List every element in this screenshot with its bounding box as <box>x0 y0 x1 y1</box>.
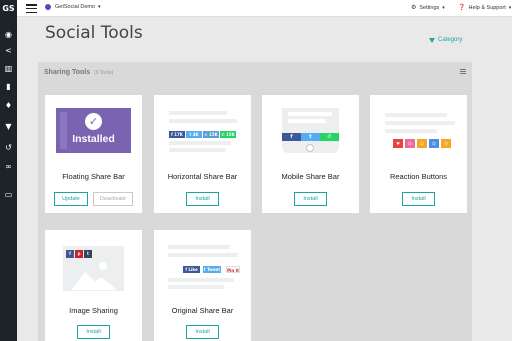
pinterest-pin-button-icon: Pin it <box>226 266 240 273</box>
reaction-buttons-preview: ♥ ☺ ☺ ☺ ☹ <box>381 108 456 153</box>
settings-label: Settings <box>419 4 440 11</box>
install-button[interactable]: Install <box>77 325 110 339</box>
dashboard-icon[interactable]: ◉ <box>4 30 13 39</box>
tool-card-original-share-bar: f Like t Tweet Pin it Original Share Bar… <box>154 230 251 341</box>
share-count-icon: < 15K <box>203 131 219 138</box>
original-share-bar-preview: f Like t Tweet Pin it <box>165 245 240 290</box>
heart-reaction-icon: ♥ <box>393 139 403 148</box>
facebook-icon: f <box>66 250 74 258</box>
bell-icon[interactable]: ♦ <box>4 101 13 110</box>
laugh-reaction-icon: ☺ <box>417 139 427 148</box>
tool-name: Image Sharing <box>69 306 118 315</box>
left-rail: GS ◉ < ▥ ▮ ♦ ▼ ↺ ∞ ▭ <box>0 0 17 341</box>
deactivate-button[interactable]: Deactivate <box>93 192 133 206</box>
sad-reaction-icon: ☹ <box>441 139 451 148</box>
tool-card-image-sharing: f p t Image Sharing Install <box>45 230 142 341</box>
tool-name: Mobile Share Bar <box>281 172 340 181</box>
tool-card-horizontal-share-bar: f 17K t 4K < 15K ✆ 15K Horizontal Share … <box>154 95 251 213</box>
tumblr-icon: t <box>84 250 92 258</box>
tool-count: (6 Tools) <box>94 70 114 76</box>
love-reaction-icon: ☺ <box>405 139 415 148</box>
tool-name: Original Share Bar <box>171 306 234 315</box>
facebook-icon: f 17K <box>169 131 185 138</box>
facebook-icon: f <box>282 133 301 141</box>
install-button[interactable]: Install <box>402 192 435 206</box>
tool-name: Floating Share Bar <box>62 172 125 181</box>
whatsapp-icon: ✆ <box>320 133 339 141</box>
mobile-share-bar-preview: f t ✆ <box>273 108 348 153</box>
installed-thumbnail: ✓ Installed <box>56 108 131 153</box>
chevron-down-icon: ▾ <box>508 4 512 11</box>
category-filter-button[interactable]: Category <box>429 37 462 43</box>
twitter-icon: t <box>301 133 320 141</box>
tool-card-floating-share-bar: ✓ Installed Floating Share Bar Update De… <box>45 95 142 213</box>
twitter-tweet-button-icon: t Tweet <box>203 266 221 273</box>
page-title: Social Tools <box>45 23 143 43</box>
help-menu[interactable]: ❓ Help & Support ▾ <box>458 4 511 11</box>
image-sharing-preview: f p t <box>63 246 124 291</box>
panel-menu-icon[interactable] <box>460 69 466 76</box>
gear-icon: ⚙ <box>411 4 417 11</box>
share-icon[interactable]: < <box>4 46 13 55</box>
app-logo[interactable]: GS <box>1 3 16 15</box>
checkmark-icon: ✓ <box>85 113 102 130</box>
tool-card-mobile-share-bar: f t ✆ Mobile Share Bar Install <box>262 95 359 213</box>
app-avatar-icon <box>45 4 51 10</box>
installed-label: Installed <box>72 133 115 145</box>
link-icon[interactable]: ∞ <box>4 162 13 171</box>
app-switcher[interactable]: GetSocial Demo ▾ <box>45 4 101 10</box>
history-icon[interactable]: ↺ <box>4 143 13 152</box>
update-button[interactable]: Update <box>54 192 88 206</box>
pinterest-icon: p <box>75 250 83 258</box>
page-icon[interactable]: ▮ <box>4 82 13 91</box>
app-name: GetSocial Demo <box>55 4 96 10</box>
category-label: Category <box>438 37 463 43</box>
panel-header: Sharing Tools (6 Tools) <box>38 62 472 83</box>
image-placeholder-icon <box>71 262 117 290</box>
twitter-icon: t 4K <box>186 131 202 138</box>
tool-card-reaction-buttons: ♥ ☺ ☺ ☺ ☹ Reaction Buttons Install <box>370 95 467 213</box>
panel-title-text: Sharing Tools <box>44 69 91 76</box>
horizontal-share-bar-preview: f 17K t 4K < 15K ✆ 15K <box>165 108 240 153</box>
panel-title: Sharing Tools (6 Tools) <box>44 69 113 76</box>
settings-menu[interactable]: ⚙ Settings ▾ <box>411 4 445 11</box>
wow-reaction-icon: ☺ <box>429 139 439 148</box>
top-bar: GetSocial Demo ▾ ⚙ Settings ▾ ❓ Help & S… <box>17 0 512 17</box>
home-button-icon <box>306 144 314 152</box>
analytics-icon[interactable]: ▥ <box>4 64 13 73</box>
cart-icon[interactable]: ▼ <box>4 122 13 131</box>
help-label: Help & Support <box>468 4 506 11</box>
install-button[interactable]: Install <box>294 192 327 206</box>
tool-name: Reaction Buttons <box>389 172 448 181</box>
menu-icon[interactable] <box>26 4 37 14</box>
help-icon: ❓ <box>458 4 466 11</box>
whatsapp-icon: ✆ 15K <box>220 131 236 138</box>
filter-icon <box>429 37 435 43</box>
chevron-down-icon: ▾ <box>98 4 101 10</box>
facebook-like-button-icon: f Like <box>183 266 200 273</box>
install-button[interactable]: Install <box>186 325 219 339</box>
card-icon[interactable]: ▭ <box>4 190 13 199</box>
install-button[interactable]: Install <box>186 192 219 206</box>
tool-name: Horizontal Share Bar <box>167 172 238 181</box>
chevron-down-icon: ▾ <box>442 4 445 11</box>
